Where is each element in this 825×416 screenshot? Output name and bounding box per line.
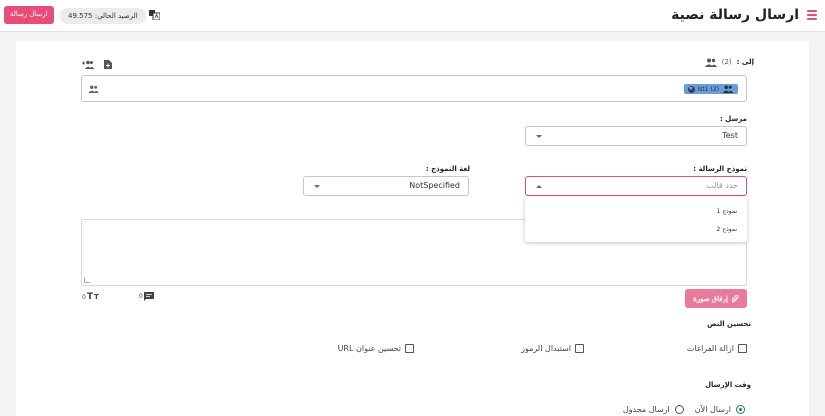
template-language-value: NotSpecified (409, 181, 460, 190)
chip-label: Ist1 (2) (697, 85, 719, 93)
scheduled-label[interactable]: ارسال مجدول (623, 405, 670, 414)
attach-image-button[interactable]: إرفاق صورة (685, 289, 747, 308)
remove-chip-icon[interactable]: ✕ (687, 85, 695, 93)
template-language-label: لغة النموذج : (425, 165, 470, 173)
send-message-button[interactable]: ارسال رسالة (4, 6, 54, 24)
sender-select[interactable]: Test (525, 126, 747, 146)
send-time-label: وقت الإرسال (704, 381, 751, 389)
template-dropdown: نموذج 1 نموذج 2 (525, 197, 747, 242)
template-option[interactable]: نموذج 1 (716, 208, 737, 215)
recipients-header: إلى : (2) (704, 57, 754, 67)
text-size-icon: T (86, 292, 93, 302)
scheduled-radio[interactable] (674, 405, 684, 414)
chevron-down-icon (314, 185, 320, 188)
send-now-radio[interactable] (736, 405, 745, 414)
message-counter: 0 (139, 292, 154, 301)
template-label: نموذج الرسالة : (693, 165, 747, 173)
send-time-options: ارسال الآن ارسال مجدول (623, 405, 745, 414)
group-icon (722, 85, 734, 93)
text-improve-label: تحسين النص (707, 320, 751, 328)
remove-spaces-checkbox[interactable]: ازالة الفراغات (687, 344, 747, 353)
page-title: ارسال رسالة نصية (671, 7, 799, 23)
improve-url-checkbox[interactable]: تحسين عنوان URL (338, 344, 414, 353)
add-group-icon[interactable] (82, 60, 94, 69)
translate-icon[interactable] (149, 10, 160, 20)
recipients-count: (2) (721, 58, 732, 66)
top-header: ارسال رسالة نصية ارسال رسالة الرصيد الحا… (0, 0, 825, 32)
people-icon (704, 58, 717, 67)
chevron-up-icon (536, 185, 542, 188)
character-counter: 0 TT (82, 292, 99, 302)
add-file-icon[interactable] (104, 60, 112, 69)
recipient-chip[interactable]: Ist1 (2) ✕ (683, 84, 738, 94)
recipients-input[interactable]: Ist1 (2) ✕ (81, 75, 747, 102)
sender-value: Test (722, 131, 738, 140)
paperclip-icon (731, 294, 739, 302)
resize-handle[interactable] (84, 277, 90, 283)
contacts-icon[interactable] (88, 85, 99, 93)
message-icon (143, 292, 154, 301)
chevron-down-icon (536, 135, 542, 138)
template-option[interactable]: نموذج 2 (716, 226, 737, 233)
template-language-select[interactable]: NotSpecified (303, 176, 469, 196)
replace-symbols-checkbox[interactable]: استبدال الرموز (521, 344, 584, 353)
send-now-label[interactable]: ارسال الآن (695, 405, 731, 414)
sender-label: مرسل : (719, 115, 747, 123)
recipient-tools (82, 60, 112, 69)
recipients-label: إلى : (736, 58, 754, 66)
template-select[interactable]: حدد قالب (525, 176, 747, 196)
menu-icon[interactable] (807, 10, 817, 20)
balance-badge: الرصيد الحالي: 49.575 (60, 8, 146, 24)
template-placeholder: حدد قالب (706, 181, 738, 190)
